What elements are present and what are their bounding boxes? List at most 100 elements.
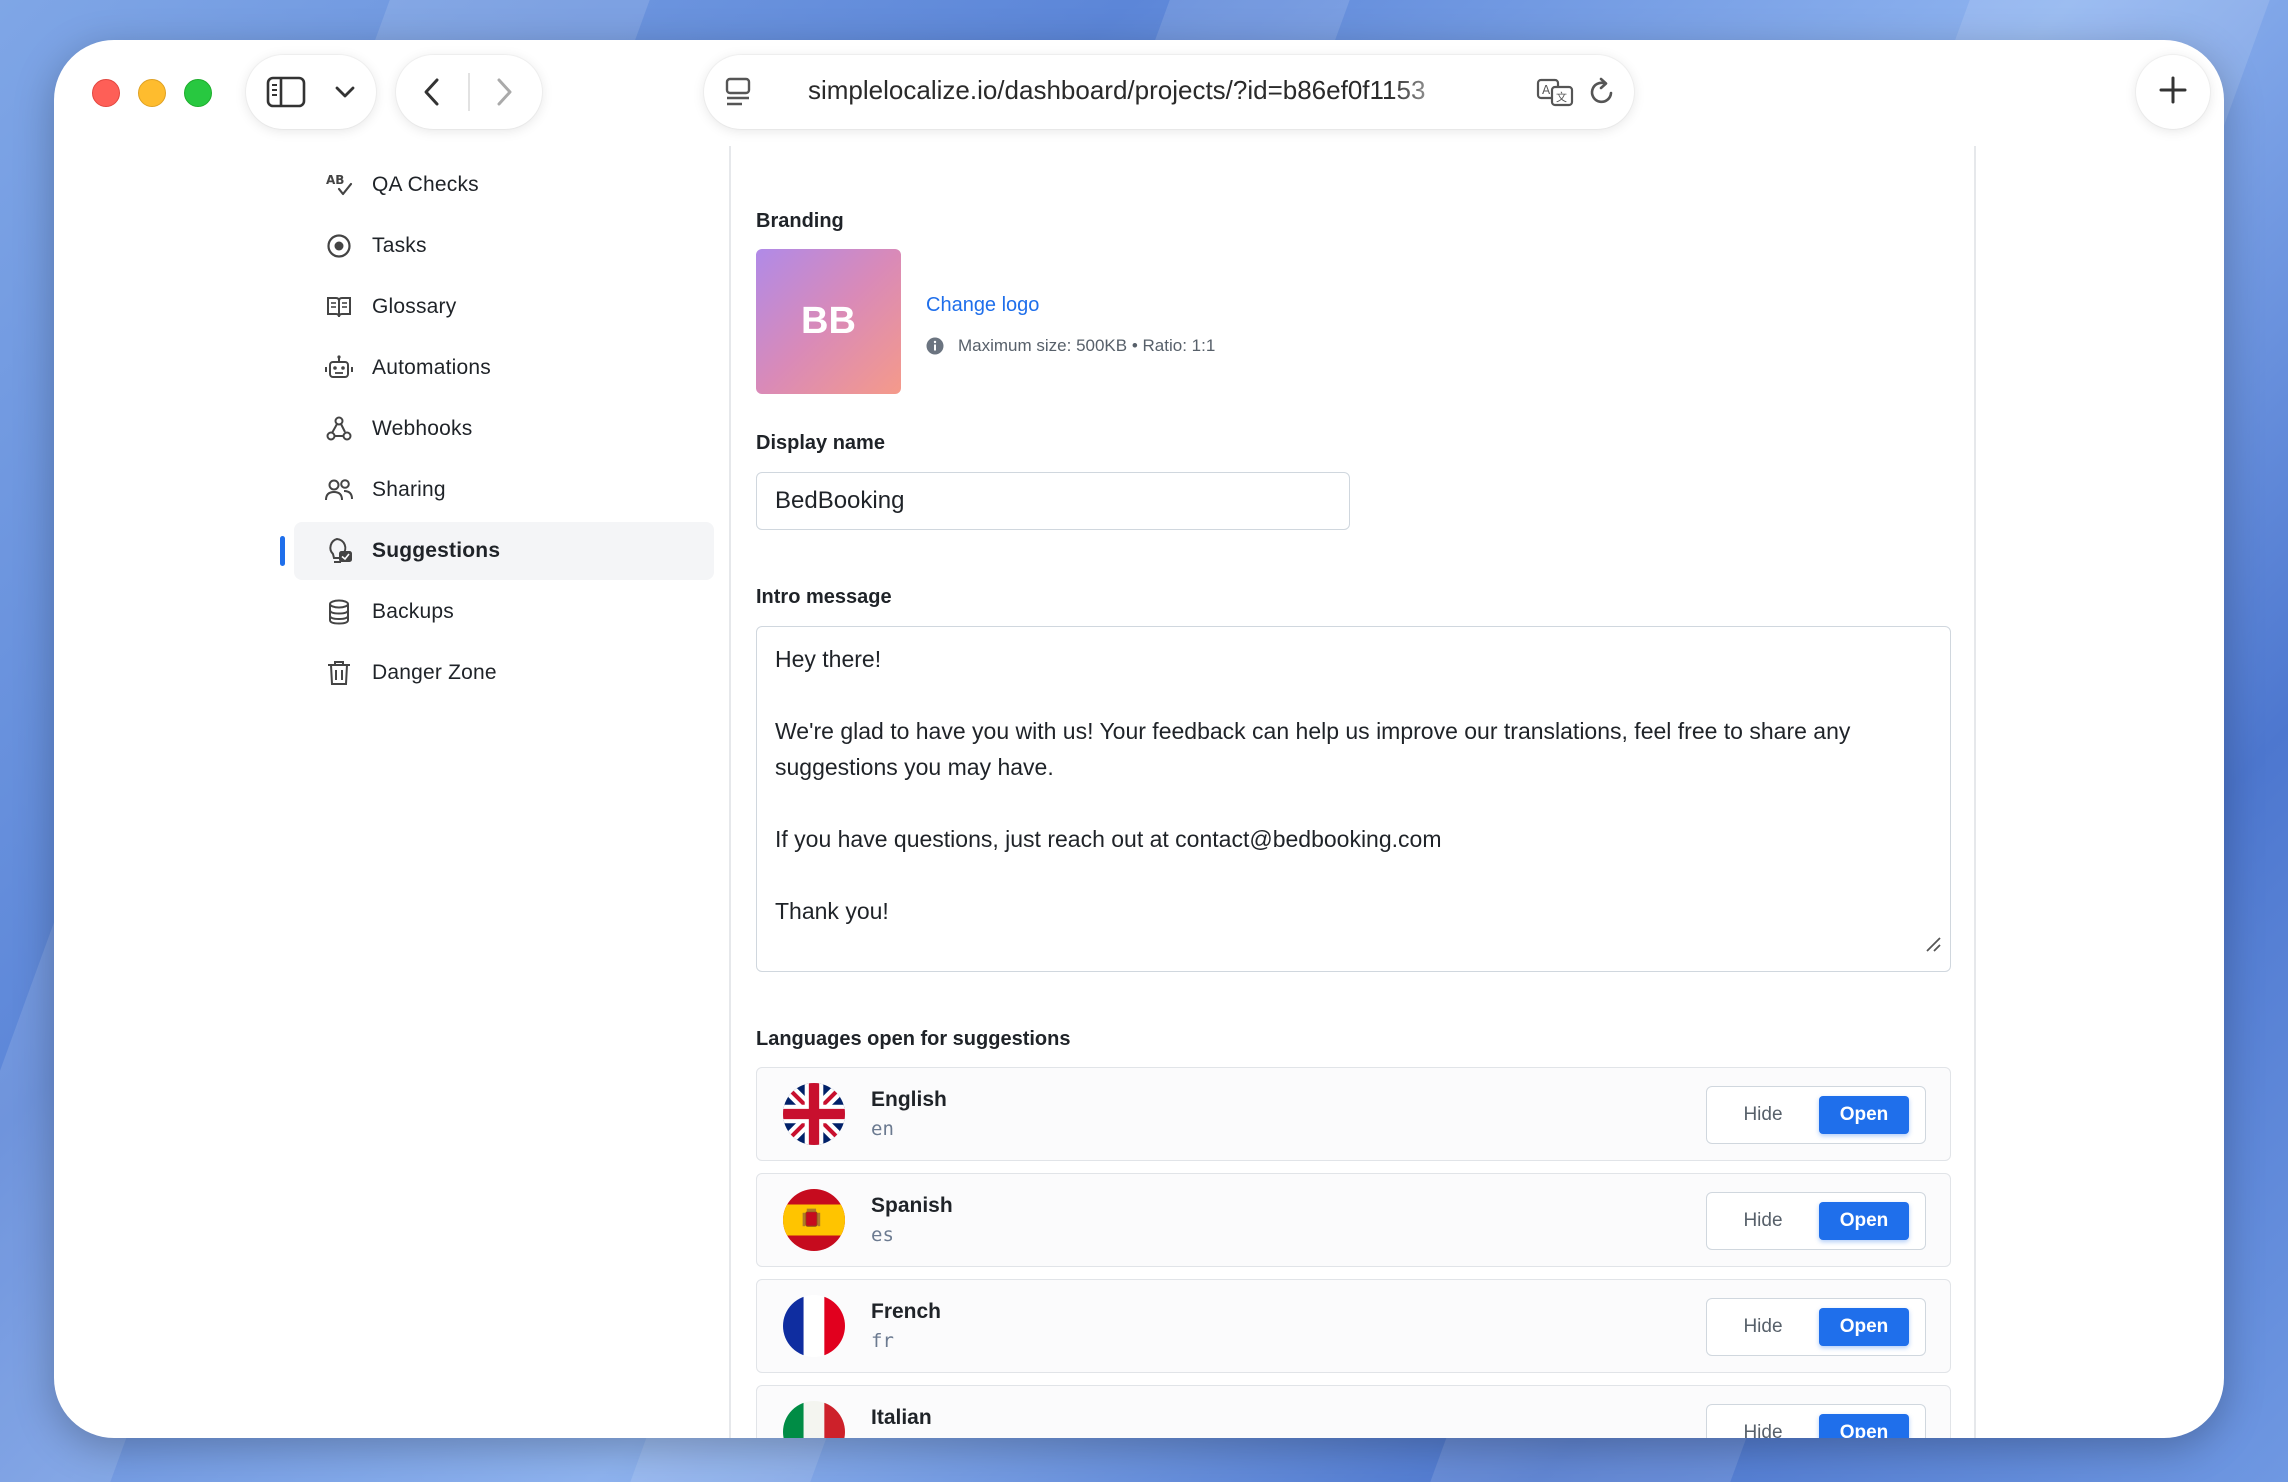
content-divider-right: [1974, 146, 1976, 1438]
spain-flag-icon: [783, 1189, 845, 1251]
language-code: fr: [871, 1330, 894, 1352]
sidebar-item-webhooks[interactable]: Webhooks: [294, 400, 714, 458]
intro-line: We're glad to have you with us! Your fee…: [775, 718, 1851, 780]
trash-icon: [324, 658, 354, 688]
resize-handle-icon[interactable]: [1924, 927, 1942, 963]
hide-button[interactable]: Hide: [1707, 1104, 1819, 1126]
logo-hint-text: Maximum size: 500KB • Ratio: 1:1: [958, 336, 1216, 355]
settings-sidebar: AB QA Checks Tasks Glossary Automations: [280, 156, 714, 705]
nav-divider: [468, 73, 470, 111]
chevron-down-icon[interactable]: [334, 85, 356, 104]
webhook-icon: [324, 414, 354, 444]
display-name-label: Display name: [756, 432, 885, 454]
sidebar-toggle-group: [246, 55, 376, 129]
language-code: es: [871, 1224, 894, 1246]
logo-hint: Maximum size: 500KB • Ratio: 1:1: [926, 336, 1215, 356]
sidebar-item-label: Sharing: [372, 478, 446, 501]
languages-label: Languages open for suggestions: [756, 1028, 1071, 1050]
uk-flag-icon: [783, 1083, 845, 1145]
url-text[interactable]: simplelocalize.io/dashboard/projects/?id…: [808, 75, 1468, 106]
italy-flag-icon: [783, 1401, 845, 1438]
language-row-en: English en Hide Open: [756, 1067, 1951, 1161]
sidebar-item-label: QA Checks: [372, 173, 479, 196]
browser-window: simplelocalize.io/dashboard/projects/?id…: [54, 40, 2224, 1438]
language-row-fr: French fr Hide Open: [756, 1279, 1951, 1373]
visibility-toggle: Hide Open: [1706, 1086, 1926, 1144]
sidebar-item-backups[interactable]: Backups: [294, 583, 714, 641]
intro-line: [775, 785, 1932, 821]
sidebar-item-danger-zone[interactable]: Danger Zone: [294, 644, 714, 702]
intro-line: [775, 857, 1932, 893]
intro-line: Hey there!: [775, 646, 882, 672]
sidebar-item-label: Suggestions: [372, 539, 501, 562]
minimize-window-button[interactable]: [138, 79, 166, 107]
history-nav-group: [396, 55, 542, 129]
language-code: en: [871, 1118, 894, 1140]
hide-button[interactable]: Hide: [1707, 1422, 1819, 1438]
sidebar-item-tasks[interactable]: Tasks: [294, 217, 714, 275]
language-name: French: [871, 1300, 942, 1323]
new-tab-button[interactable]: [2136, 55, 2210, 129]
svg-text:文: 文: [1556, 90, 1567, 104]
language-code: it: [871, 1436, 932, 1438]
sidebar-item-label: Glossary: [372, 295, 457, 318]
address-bar[interactable]: simplelocalize.io/dashboard/projects/?id…: [704, 55, 1634, 129]
reload-icon[interactable]: [1588, 77, 1616, 112]
open-button[interactable]: Open: [1819, 1308, 1909, 1346]
browser-toolbar: simplelocalize.io/dashboard/projects/?id…: [54, 40, 2224, 146]
branding-label: Branding: [756, 210, 844, 232]
language-list: English en Hide Open Spanish es Hide Ope…: [756, 1067, 1951, 1438]
logo-initials: BB: [801, 300, 856, 342]
sidebar-item-label: Tasks: [372, 234, 427, 257]
page-icon[interactable]: [724, 77, 752, 112]
language-row-it: Italian it Hide Open: [756, 1385, 1951, 1438]
sidebar-item-label: Webhooks: [372, 417, 473, 440]
sidebar-item-label: Automations: [372, 356, 491, 379]
database-icon: [324, 597, 354, 627]
intro-line: [775, 677, 1932, 713]
book-icon: [324, 292, 354, 322]
project-logo: BB: [756, 249, 901, 394]
hide-button[interactable]: Hide: [1707, 1210, 1819, 1232]
intro-message-textarea[interactable]: Hey there! We're glad to have you with u…: [756, 626, 1951, 972]
change-logo-link[interactable]: Change logo: [926, 294, 1039, 317]
open-button[interactable]: Open: [1819, 1096, 1909, 1134]
info-icon: [926, 337, 944, 355]
visibility-toggle: Hide Open: [1706, 1192, 1926, 1250]
sidebar-item-suggestions[interactable]: Suggestions: [280, 522, 714, 580]
intro-message-label: Intro message: [756, 586, 892, 608]
intro-line: Thank you!: [775, 898, 889, 924]
language-row-es: Spanish es Hide Open: [756, 1173, 1951, 1267]
open-button[interactable]: Open: [1819, 1202, 1909, 1240]
target-icon: [324, 231, 354, 261]
back-icon[interactable]: [422, 77, 442, 112]
open-button[interactable]: Open: [1819, 1414, 1909, 1438]
intro-line: If you have questions, just reach out at…: [775, 826, 1442, 852]
svg-text:AB: AB: [326, 173, 344, 187]
sidebar-icon[interactable]: [266, 76, 306, 113]
users-icon: [324, 475, 354, 505]
display-name-input[interactable]: BedBooking: [756, 472, 1350, 530]
zoom-window-button[interactable]: [184, 79, 212, 107]
translate-icon[interactable]: A文: [1536, 77, 1576, 112]
sidebar-item-automations[interactable]: Automations: [294, 339, 714, 397]
forward-icon[interactable]: [494, 77, 514, 112]
france-flag-icon: [783, 1295, 845, 1357]
sidebar-item-sharing[interactable]: Sharing: [294, 461, 714, 519]
plus-icon: [2158, 75, 2188, 110]
sidebar-item-qa-checks[interactable]: AB QA Checks: [294, 156, 714, 214]
language-name: English: [871, 1088, 947, 1111]
svg-text:A: A: [1542, 83, 1551, 97]
visibility-toggle: Hide Open: [1706, 1298, 1926, 1356]
close-window-button[interactable]: [92, 79, 120, 107]
sidebar-item-label: Backups: [372, 600, 454, 623]
language-name: Spanish: [871, 1194, 953, 1217]
visibility-toggle: Hide Open: [1706, 1404, 1926, 1438]
suggestion-icon: [324, 536, 354, 566]
qa-check-icon: AB: [324, 170, 354, 200]
robot-icon: [324, 353, 354, 383]
sidebar-item-glossary[interactable]: Glossary: [294, 278, 714, 336]
hide-button[interactable]: Hide: [1707, 1316, 1819, 1338]
language-name: Italian: [871, 1406, 932, 1429]
content-divider-left: [729, 146, 731, 1438]
